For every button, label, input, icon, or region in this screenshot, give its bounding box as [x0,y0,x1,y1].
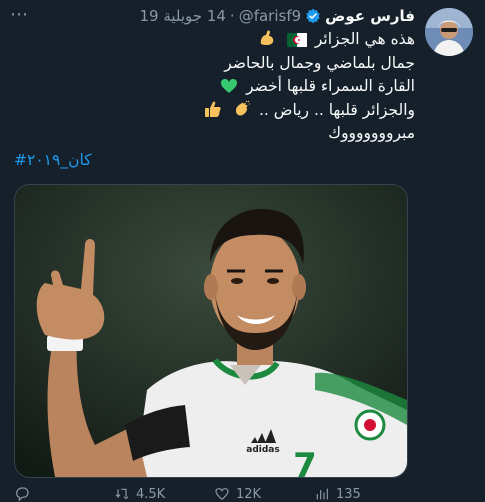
tweet[interactable]: فارس عوض @farisf9 · 14 جويلية 19 ⋯ هذه ه… [0,0,485,502]
tweet-line: هذه هي الجزائر [115,28,415,52]
views-count: 135 [336,486,361,502]
algeria-crest-icon [354,409,386,441]
shirt-number: 7 [293,446,317,477]
retweet-count: 4.5K [136,486,166,502]
avatar[interactable] [425,8,473,56]
tweet-line: والجزائر قلبها .. رياض .. [115,99,415,123]
tweet-photo[interactable]: 7 adidas [14,184,408,478]
tweet-line: جمال بلماضي وجمال بالحاضر [224,53,415,72]
separator: · [229,7,235,25]
display-name[interactable]: فارس عوض [325,7,415,25]
more-options-icon[interactable]: ⋯ [10,4,29,25]
green-heart-icon [221,79,238,93]
tweet-header: فارس عوض @farisf9 · 14 جويلية 19 [10,6,415,26]
tweet-line: القارة السمراء قلبها أخضر [115,75,415,99]
like-count: 12K [236,486,262,502]
handle[interactable]: @farisf9 [239,7,301,25]
algeria-flag-icon [286,33,307,47]
tweet-text: هذه هي الجزائر جمال بلماضي وجمال بالحاضر… [115,28,415,146]
tweet-line: مبروووووووك [328,124,415,142]
hashtag-link[interactable]: #كان_٢٠١٩ [14,151,92,169]
verified-badge-icon [306,8,320,24]
clapping-hands-icon [236,100,251,115]
timestamp[interactable]: 14 جويلية 19 [139,7,225,25]
thumbs-up-icon [205,101,221,117]
svg-text:adidas: adidas [246,445,279,455]
flexed-biceps-icon [260,30,274,46]
